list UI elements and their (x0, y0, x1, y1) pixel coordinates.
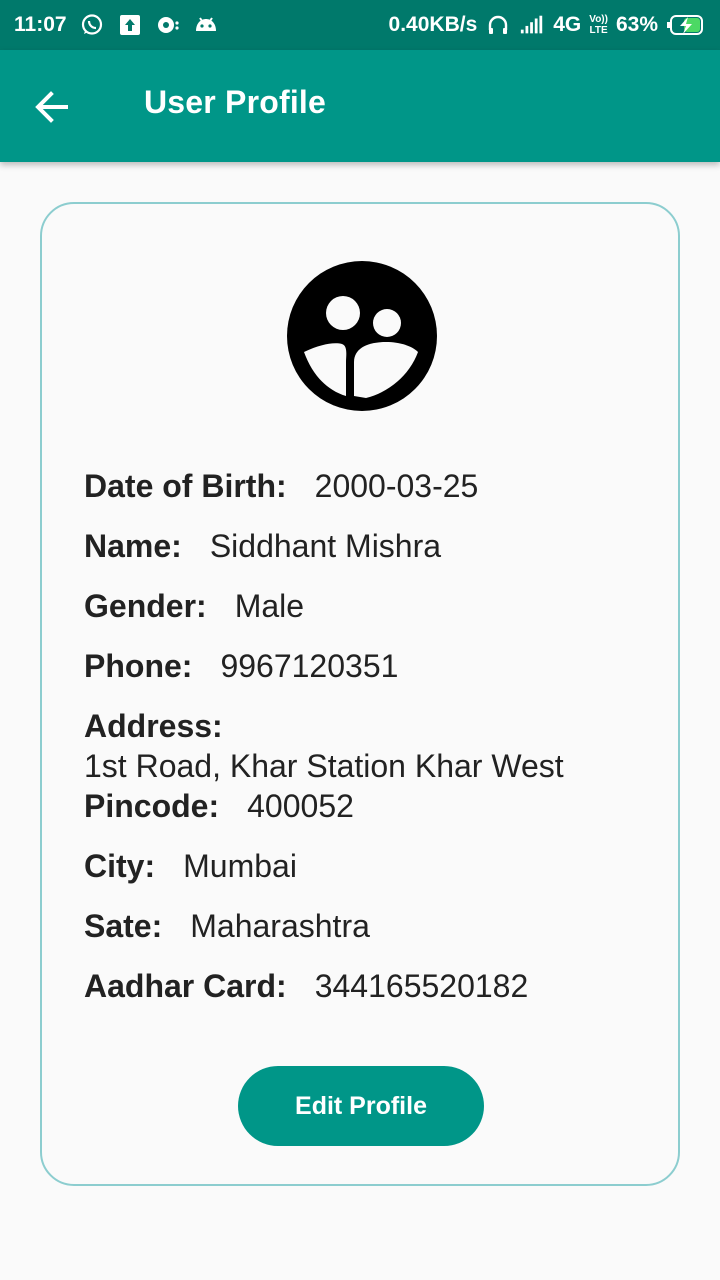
state-label: Sate: (84, 908, 163, 944)
field-gender: Gender: Male (84, 586, 644, 646)
dob-label: Date of Birth: (84, 468, 287, 504)
upload-icon (117, 12, 143, 38)
whatsapp-icon (79, 12, 105, 38)
field-phone: Phone: 9967120351 (84, 646, 644, 706)
edit-profile-button[interactable]: Edit Profile (238, 1066, 484, 1146)
profile-card: Date of Birth: 2000-03-25 Name: Siddhant M… (40, 202, 680, 1186)
field-pincode: Pincode: 400052 (84, 786, 644, 846)
aadhar-label: Aadhar Card: (84, 968, 287, 1004)
page-title: User Profile (144, 84, 327, 120)
phone-value: 9967120351 (220, 648, 399, 684)
pincode-value: 400052 (247, 788, 354, 824)
field-name: Name: Siddhant Mishra (84, 526, 644, 586)
name-label: Name: (84, 528, 182, 564)
volte-bottom: LTE (589, 25, 608, 36)
name-value: Siddhant Mishra (209, 528, 442, 564)
network-type: 4G (553, 13, 582, 36)
field-city: City: Mumbai (84, 846, 644, 906)
supervised-user-circle-icon (286, 260, 438, 412)
volte-indicator: Vo)) LTE (589, 14, 608, 36)
app-bar: User Profile (0, 50, 720, 162)
arrow-left-icon (35, 91, 68, 123)
address-label: Address: (84, 708, 223, 744)
battery-charging-icon (666, 12, 706, 38)
profile-fields: Date of Birth: 2000-03-25 Name: Siddhant M… (84, 466, 644, 1026)
headset-icon (485, 12, 511, 38)
city-label: City: (84, 848, 156, 884)
back-button[interactable] (22, 77, 82, 137)
status-bar: 11:07 0.40KB/s 4G Vo)) LTE 63% (0, 0, 720, 50)
volte-top: Vo)) (589, 14, 608, 25)
notification-icon (155, 12, 181, 38)
aadhar-value: 344165520182 (314, 968, 529, 1004)
field-state: Sate: Maharashtra (84, 906, 644, 966)
gender-label: Gender: (84, 588, 207, 624)
address-value: 1st Road, Khar Station Khar West (84, 748, 564, 784)
dob-value: 2000-03-25 (314, 468, 479, 504)
battery-percent: 63% (615, 13, 658, 36)
signal-icon (519, 12, 545, 38)
field-aadhar: Aadhar Card: 344165520182 (84, 966, 644, 1026)
android-icon (193, 12, 219, 38)
phone-label: Phone: (84, 648, 193, 684)
field-dob: Date of Birth: 2000-03-25 (84, 466, 644, 526)
gender-value: Male (234, 588, 305, 624)
pincode-label: Pincode: (84, 788, 220, 824)
status-time: 11:07 (14, 13, 67, 36)
network-speed: 0.40KB/s (388, 13, 478, 36)
city-value: Mumbai (183, 848, 297, 884)
state-value: Maharashtra (190, 908, 370, 944)
field-address: Address: 1st Road, Khar Station Khar West (84, 706, 644, 786)
